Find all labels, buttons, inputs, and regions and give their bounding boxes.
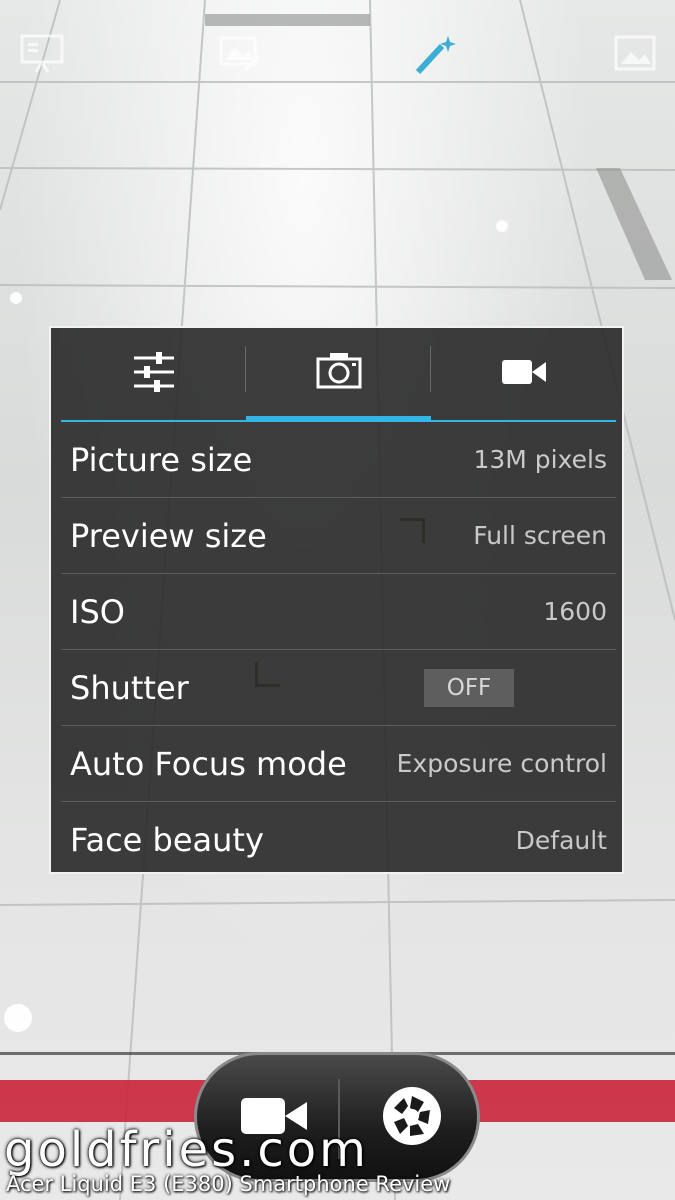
setting-value: 1600 [543, 597, 607, 626]
settings-tabs [61, 328, 616, 422]
effects-icon[interactable] [412, 32, 460, 76]
setting-auto-focus-mode[interactable]: Auto Focus mode Exposure control [61, 726, 616, 802]
setting-label: Auto Focus mode [70, 744, 347, 783]
setting-label: ISO [70, 592, 125, 631]
setting-value: Exposure control [396, 749, 607, 778]
video-camera-icon [500, 357, 548, 391]
tab-general-settings[interactable] [61, 328, 246, 422]
watermark-site: goldfries.com [4, 1122, 369, 1178]
setting-preview-size[interactable]: Preview size Full screen [61, 498, 616, 574]
camera-settings-panel: Picture size 13M pixels Preview size Ful… [49, 326, 624, 874]
setting-picture-size[interactable]: Picture size 13M pixels [61, 422, 616, 498]
sliders-icon [132, 352, 176, 396]
tab-video-settings[interactable] [431, 328, 616, 422]
setting-label: Picture size [70, 440, 253, 479]
setting-value: Default [515, 825, 607, 855]
shutter-icon [380, 1084, 444, 1152]
setting-label: Face beauty [70, 821, 264, 859]
gallery-edit-icon[interactable] [215, 32, 263, 76]
setting-value: 13M pixels [473, 445, 607, 474]
setting-label: Preview size [70, 516, 267, 555]
tab-camera-settings[interactable] [246, 328, 431, 422]
gallery-icon[interactable] [611, 32, 659, 76]
setting-face-beauty[interactable]: Face beauty Default [61, 802, 616, 878]
setting-iso[interactable]: ISO 1600 [61, 574, 616, 650]
slideshow-icon[interactable] [18, 32, 66, 76]
setting-value: Full screen [473, 521, 607, 550]
camera-icon [316, 351, 362, 393]
setting-shutter: Shutter OFF [61, 650, 616, 726]
setting-label: Shutter [70, 668, 189, 707]
settings-list: Picture size 13M pixels Preview size Ful… [61, 422, 616, 878]
watermark-subtitle: Acer Liquid E3 (E380) Smartphone Review [6, 1172, 451, 1196]
shutter-button[interactable] [357, 1073, 467, 1163]
shutter-toggle[interactable]: OFF [424, 668, 514, 707]
